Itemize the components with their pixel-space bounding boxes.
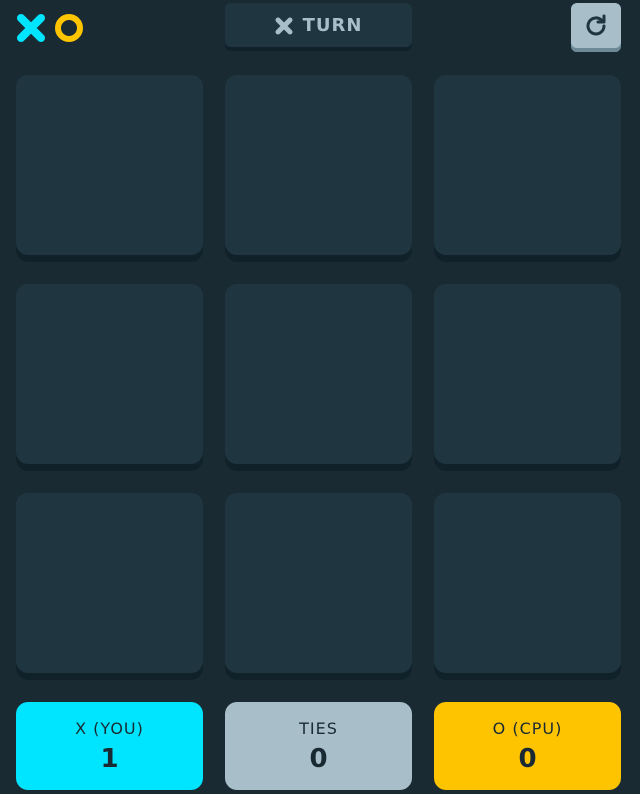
score-ties-value: 0 bbox=[309, 743, 328, 774]
board-cell-8[interactable] bbox=[225, 493, 412, 680]
board-cell-7[interactable] bbox=[16, 493, 203, 680]
scoreboard: X (YOU) 1 TIES 0 O (CPU) 0 bbox=[16, 702, 621, 790]
board-cell-3[interactable] bbox=[434, 75, 621, 262]
score-ties: TIES 0 bbox=[225, 702, 412, 790]
board-cell-6[interactable] bbox=[434, 284, 621, 471]
game-screen: TURN X (YOU) 1 TIES 0 O (CPU) 0 bbox=[0, 0, 640, 794]
score-o: O (CPU) 0 bbox=[434, 702, 621, 790]
score-x-value: 1 bbox=[100, 743, 119, 774]
restart-icon bbox=[586, 14, 606, 36]
score-x: X (YOU) 1 bbox=[16, 702, 203, 790]
restart-button[interactable] bbox=[571, 3, 621, 52]
o-icon bbox=[55, 14, 83, 42]
board-cell-1[interactable] bbox=[16, 75, 203, 262]
score-o-label: O (CPU) bbox=[492, 718, 563, 738]
logo bbox=[15, 12, 85, 44]
board-cell-5[interactable] bbox=[225, 284, 412, 471]
turn-label: TURN bbox=[302, 15, 363, 36]
x-icon bbox=[17, 14, 45, 42]
x-icon bbox=[275, 17, 293, 34]
score-x-label: X (YOU) bbox=[75, 718, 144, 738]
score-ties-label: TIES bbox=[299, 718, 338, 738]
score-o-value: 0 bbox=[518, 743, 537, 774]
turn-indicator: TURN bbox=[225, 3, 412, 51]
board-cell-4[interactable] bbox=[16, 284, 203, 471]
board-cell-2[interactable] bbox=[225, 75, 412, 262]
board-cell-9[interactable] bbox=[434, 493, 621, 680]
game-board bbox=[16, 75, 621, 680]
